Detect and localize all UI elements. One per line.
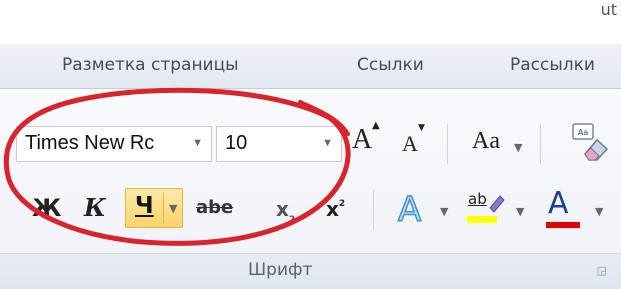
svg-text:A: A xyxy=(398,190,421,226)
change-case-button[interactable]: Aa xyxy=(472,128,500,155)
underline-button[interactable]: Ч xyxy=(135,193,154,219)
dropdown-arrow-icon[interactable]: ▼ xyxy=(192,137,203,149)
italic-button[interactable]: К xyxy=(84,193,106,222)
dialog-launcher-icon[interactable]: ◲ xyxy=(597,264,607,277)
dropdown-arrow-icon[interactable]: ▼ xyxy=(322,137,333,149)
ribbon-tabs: Разметка страницы Ссылки Рассылки xyxy=(0,44,621,89)
shrink-font-button[interactable]: A xyxy=(402,131,418,157)
superscript-mark: 2 xyxy=(338,199,346,209)
font-color-swatch xyxy=(546,222,580,228)
font-size-combobox[interactable]: 10 ▼ xyxy=(216,126,342,162)
grow-arrow-icon: ▲ xyxy=(372,120,380,131)
title-area: ut xyxy=(0,0,621,44)
text-effects-icon: A xyxy=(397,189,422,231)
dropdown-arrow-icon[interactable]: ▼ xyxy=(516,205,524,218)
tab-references[interactable]: Ссылки xyxy=(357,55,424,75)
svg-text:Aa: Aa xyxy=(578,128,588,137)
font-color-glyph: A xyxy=(548,186,569,221)
subscript-base: x xyxy=(276,197,289,221)
tab-page-layout[interactable]: Разметка страницы xyxy=(62,55,239,75)
tab-mailings[interactable]: Рассылки xyxy=(510,55,595,75)
highlight-button[interactable]: ab xyxy=(466,188,506,228)
font-group-footer: Шрифт ◲ xyxy=(0,253,621,289)
separator xyxy=(447,124,448,164)
underline-split-button[interactable]: Ч ▼ xyxy=(125,188,183,228)
title-fragment: ut xyxy=(600,0,617,19)
dropdown-arrow-icon[interactable]: ▼ xyxy=(169,202,177,215)
dropdown-arrow-icon[interactable]: ▼ xyxy=(514,141,522,154)
subscript-mark: 2 xyxy=(288,215,296,225)
separator xyxy=(373,190,374,230)
shrink-arrow-icon: ▼ xyxy=(418,123,425,133)
grow-font-button[interactable]: A xyxy=(352,124,372,156)
dropdown-arrow-icon[interactable]: ▼ xyxy=(440,205,448,218)
group-label-font: Шрифт xyxy=(248,260,313,280)
highlighter-pen-icon xyxy=(467,195,505,223)
separator xyxy=(540,124,541,164)
split-divider xyxy=(163,193,164,223)
clear-formatting-icon[interactable]: Aa xyxy=(569,122,609,162)
superscript-base: x xyxy=(326,197,339,221)
bold-button[interactable]: Ж xyxy=(32,194,61,222)
font-size-value: 10 xyxy=(225,132,248,154)
font-family-value: Times New Rc xyxy=(25,132,155,154)
strikethrough-button[interactable]: abe xyxy=(196,197,233,218)
superscript-button[interactable]: x2 xyxy=(326,197,345,221)
font-family-combobox[interactable]: Times New Rc ▼ xyxy=(16,126,212,162)
text-effects-button[interactable]: A xyxy=(394,188,434,231)
font-color-button[interactable]: A xyxy=(544,186,584,230)
dropdown-arrow-icon[interactable]: ▼ xyxy=(595,205,603,218)
subscript-button[interactable]: x2 xyxy=(276,197,295,225)
